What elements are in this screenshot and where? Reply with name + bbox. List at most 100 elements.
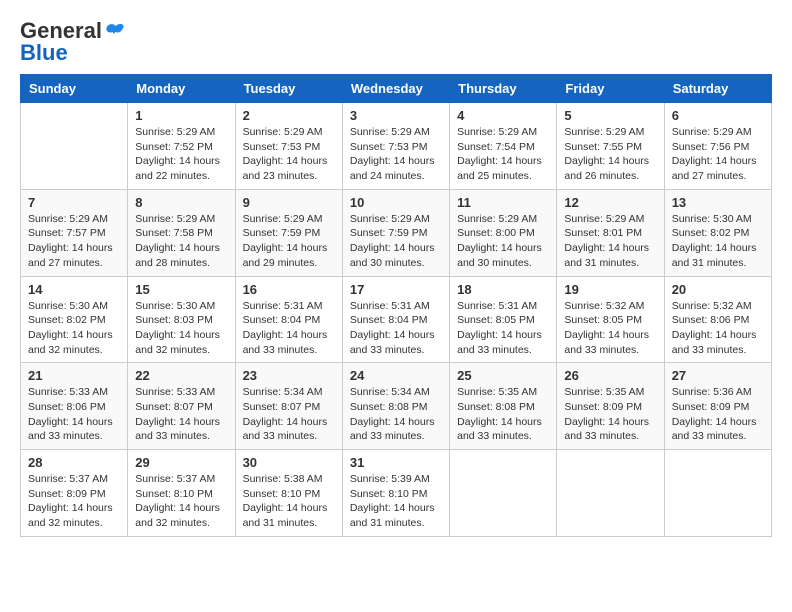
- calendar-cell: 14 Sunrise: 5:30 AM Sunset: 8:02 PM Dayli…: [21, 276, 128, 363]
- day-info: Sunrise: 5:35 AM Sunset: 8:08 PM Dayligh…: [457, 385, 549, 444]
- day-info: Sunrise: 5:34 AM Sunset: 8:08 PM Dayligh…: [350, 385, 442, 444]
- day-info: Sunrise: 5:30 AM Sunset: 8:02 PM Dayligh…: [28, 299, 120, 358]
- calendar-cell: 4 Sunrise: 5:29 AM Sunset: 7:54 PM Daylig…: [450, 103, 557, 190]
- day-number: 27: [672, 368, 764, 383]
- day-info: Sunrise: 5:29 AM Sunset: 7:59 PM Dayligh…: [350, 212, 442, 271]
- day-info: Sunrise: 5:29 AM Sunset: 7:58 PM Dayligh…: [135, 212, 227, 271]
- calendar-cell: 21 Sunrise: 5:33 AM Sunset: 8:06 PM Dayli…: [21, 363, 128, 450]
- day-number: 31: [350, 455, 442, 470]
- calendar-cell: 31 Sunrise: 5:39 AM Sunset: 8:10 PM Dayli…: [342, 450, 449, 537]
- calendar-cell: 9 Sunrise: 5:29 AM Sunset: 7:59 PM Daylig…: [235, 189, 342, 276]
- calendar-header-sunday: Sunday: [21, 75, 128, 103]
- day-info: Sunrise: 5:33 AM Sunset: 8:07 PM Dayligh…: [135, 385, 227, 444]
- calendar-cell: 1Sunrise: 5:29 AM Sunset: 7:52 PM Daylig…: [128, 103, 235, 190]
- day-info: Sunrise: 5:29 AM Sunset: 7:54 PM Dayligh…: [457, 125, 549, 184]
- calendar-cell: 3Sunrise: 5:29 AM Sunset: 7:53 PM Daylig…: [342, 103, 449, 190]
- day-number: 24: [350, 368, 442, 383]
- calendar-cell: 20 Sunrise: 5:32 AM Sunset: 8:06 PM Dayli…: [664, 276, 771, 363]
- day-number: 25: [457, 368, 549, 383]
- day-number: 26: [564, 368, 656, 383]
- day-info: Sunrise: 5:29 AM Sunset: 8:00 PM Dayligh…: [457, 212, 549, 271]
- day-info: Sunrise: 5:31 AM Sunset: 8:04 PM Dayligh…: [243, 299, 335, 358]
- day-number: 17: [350, 282, 442, 297]
- day-number: 4: [457, 108, 549, 123]
- calendar-header-saturday: Saturday: [664, 75, 771, 103]
- calendar-cell: [557, 450, 664, 537]
- calendar-cell: 24 Sunrise: 5:34 AM Sunset: 8:08 PM Dayli…: [342, 363, 449, 450]
- calendar-cell: 27 Sunrise: 5:36 AM Sunset: 8:09 PM Dayli…: [664, 363, 771, 450]
- calendar-cell: 2 Sunrise: 5:29 AM Sunset: 7:53 PM Daylig…: [235, 103, 342, 190]
- day-info: Sunrise: 5:32 AM Sunset: 8:05 PM Dayligh…: [564, 299, 656, 358]
- day-number: 6: [672, 108, 764, 123]
- day-info: Sunrise: 5:29 AM Sunset: 7:56 PM Dayligh…: [672, 125, 764, 184]
- calendar-cell: 26 Sunrise: 5:35 AM Sunset: 8:09 PM Dayli…: [557, 363, 664, 450]
- day-info: Sunrise: 5:32 AM Sunset: 8:06 PM Dayligh…: [672, 299, 764, 358]
- calendar-cell: 13Sunrise: 5:30 AM Sunset: 8:02 PM Dayli…: [664, 189, 771, 276]
- day-info: Sunrise: 5:29 AM Sunset: 8:01 PM Dayligh…: [564, 212, 656, 271]
- day-info: Sunrise: 5:30 AM Sunset: 8:03 PM Dayligh…: [135, 299, 227, 358]
- day-number: 8: [135, 195, 227, 210]
- day-number: 28: [28, 455, 120, 470]
- day-number: 9: [243, 195, 335, 210]
- calendar-cell: 6 Sunrise: 5:29 AM Sunset: 7:56 PM Daylig…: [664, 103, 771, 190]
- calendar-week-row: 7Sunrise: 5:29 AM Sunset: 7:57 PM Daylig…: [21, 189, 772, 276]
- day-number: 12: [564, 195, 656, 210]
- calendar-cell: [21, 103, 128, 190]
- calendar-cell: 8 Sunrise: 5:29 AM Sunset: 7:58 PM Daylig…: [128, 189, 235, 276]
- day-number: 20: [672, 282, 764, 297]
- day-info: Sunrise: 5:29 AM Sunset: 7:52 PM Dayligh…: [135, 125, 227, 184]
- day-info: Sunrise: 5:29 AM Sunset: 7:53 PM Dayligh…: [243, 125, 335, 184]
- day-info: Sunrise: 5:38 AM Sunset: 8:10 PM Dayligh…: [243, 472, 335, 531]
- day-info: Sunrise: 5:37 AM Sunset: 8:10 PM Dayligh…: [135, 472, 227, 531]
- calendar-cell: 22 Sunrise: 5:33 AM Sunset: 8:07 PM Dayli…: [128, 363, 235, 450]
- logo-bird-icon: [104, 21, 124, 41]
- calendar-header-row: SundayMondayTuesdayWednesdayThursdayFrid…: [21, 75, 772, 103]
- calendar-cell: [450, 450, 557, 537]
- logo: General Blue: [20, 20, 124, 64]
- day-number: 10: [350, 195, 442, 210]
- calendar-header-friday: Friday: [557, 75, 664, 103]
- calendar-header-monday: Monday: [128, 75, 235, 103]
- calendar-cell: 15 Sunrise: 5:30 AM Sunset: 8:03 PM Dayli…: [128, 276, 235, 363]
- calendar-table: SundayMondayTuesdayWednesdayThursdayFrid…: [20, 74, 772, 537]
- day-number: 15: [135, 282, 227, 297]
- day-number: 2: [243, 108, 335, 123]
- calendar-cell: 23Sunrise: 5:34 AM Sunset: 8:07 PM Dayli…: [235, 363, 342, 450]
- day-number: 5: [564, 108, 656, 123]
- day-number: 30: [243, 455, 335, 470]
- calendar-cell: 12 Sunrise: 5:29 AM Sunset: 8:01 PM Dayli…: [557, 189, 664, 276]
- day-info: Sunrise: 5:29 AM Sunset: 7:59 PM Dayligh…: [243, 212, 335, 271]
- day-info: Sunrise: 5:39 AM Sunset: 8:10 PM Dayligh…: [350, 472, 442, 531]
- day-info: Sunrise: 5:31 AM Sunset: 8:05 PM Dayligh…: [457, 299, 549, 358]
- calendar-cell: [664, 450, 771, 537]
- calendar-cell: 17 Sunrise: 5:31 AM Sunset: 8:04 PM Dayli…: [342, 276, 449, 363]
- day-number: 16: [243, 282, 335, 297]
- calendar-header-wednesday: Wednesday: [342, 75, 449, 103]
- calendar-cell: 29Sunrise: 5:37 AM Sunset: 8:10 PM Dayli…: [128, 450, 235, 537]
- day-info: Sunrise: 5:33 AM Sunset: 8:06 PM Dayligh…: [28, 385, 120, 444]
- day-number: 19: [564, 282, 656, 297]
- calendar-cell: 7Sunrise: 5:29 AM Sunset: 7:57 PM Daylig…: [21, 189, 128, 276]
- day-info: Sunrise: 5:36 AM Sunset: 8:09 PM Dayligh…: [672, 385, 764, 444]
- calendar-cell: 30 Sunrise: 5:38 AM Sunset: 8:10 PM Dayli…: [235, 450, 342, 537]
- day-info: Sunrise: 5:35 AM Sunset: 8:09 PM Dayligh…: [564, 385, 656, 444]
- day-number: 13: [672, 195, 764, 210]
- calendar-header-thursday: Thursday: [450, 75, 557, 103]
- calendar-week-row: 28 Sunrise: 5:37 AM Sunset: 8:09 PM Dayli…: [21, 450, 772, 537]
- day-number: 22: [135, 368, 227, 383]
- calendar-week-row: 14 Sunrise: 5:30 AM Sunset: 8:02 PM Dayli…: [21, 276, 772, 363]
- day-info: Sunrise: 5:37 AM Sunset: 8:09 PM Dayligh…: [28, 472, 120, 531]
- day-info: Sunrise: 5:31 AM Sunset: 8:04 PM Dayligh…: [350, 299, 442, 358]
- calendar-cell: 19 Sunrise: 5:32 AM Sunset: 8:05 PM Dayli…: [557, 276, 664, 363]
- day-number: 11: [457, 195, 549, 210]
- calendar-cell: 10 Sunrise: 5:29 AM Sunset: 7:59 PM Dayli…: [342, 189, 449, 276]
- day-number: 21: [28, 368, 120, 383]
- calendar-week-row: 21 Sunrise: 5:33 AM Sunset: 8:06 PM Dayli…: [21, 363, 772, 450]
- day-number: 7: [28, 195, 120, 210]
- calendar-cell: 5 Sunrise: 5:29 AM Sunset: 7:55 PM Daylig…: [557, 103, 664, 190]
- day-info: Sunrise: 5:29 AM Sunset: 7:53 PM Dayligh…: [350, 125, 442, 184]
- day-number: 18: [457, 282, 549, 297]
- calendar-cell: 11 Sunrise: 5:29 AM Sunset: 8:00 PM Dayli…: [450, 189, 557, 276]
- day-info: Sunrise: 5:29 AM Sunset: 7:55 PM Dayligh…: [564, 125, 656, 184]
- day-number: 14: [28, 282, 120, 297]
